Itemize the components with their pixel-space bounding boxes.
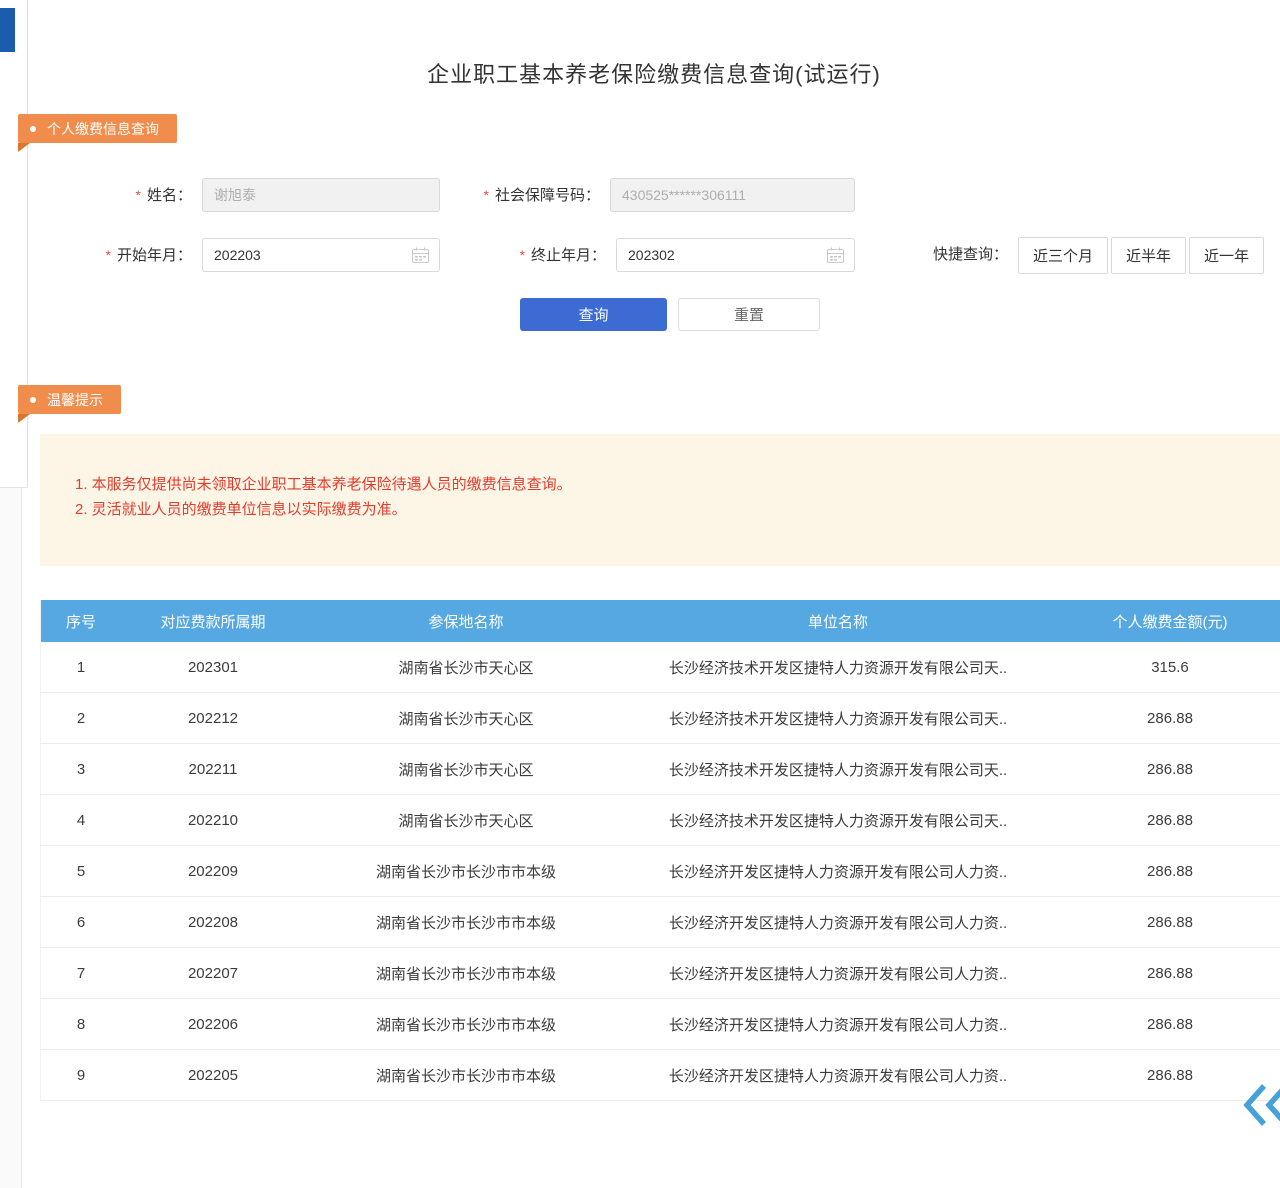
table-cell: 湖南省长沙市天心区 [305,693,627,744]
table-cell: 202208 [121,897,305,948]
quick-last-year-button[interactable]: 近一年 [1189,237,1264,274]
section-header-query: 个人缴费信息查询 [18,114,177,143]
table-cell: 202210 [121,795,305,846]
table-cell: 286.88 [1049,795,1280,846]
ssn-field [610,178,855,212]
table-header-row: 序号对应费款所属期参保地名称单位名称个人缴费金额(元) [41,600,1280,642]
table-row: 2202212湖南省长沙市天心区长沙经济技术开发区捷特人力资源开发有限公司天..… [41,693,1280,744]
table-cell: 1 [41,642,122,693]
section-header-tips: 温馨提示 [18,385,121,414]
notice-line: 2. 灵活就业人员的缴费单位信息以实际缴费为准。 [75,497,1260,522]
query-button[interactable]: 查询 [520,298,667,331]
table-cell: 6 [41,897,122,948]
table-cell: 9 [41,1050,122,1101]
end-month-field[interactable] [616,238,855,272]
table-row: 3202211湖南省长沙市天心区长沙经济技术开发区捷特人力资源开发有限公司天..… [41,744,1280,795]
required-mark: * [136,187,141,203]
quick-last-half-year-button[interactable]: 近半年 [1111,237,1186,274]
table-cell: 5 [41,846,122,897]
table-cell: 202209 [121,846,305,897]
table-cell: 长沙经济技术开发区捷特人力资源开发有限公司天.. [627,693,1049,744]
notice-box: 1. 本服务仅提供尚未领取企业职工基本养老保险待遇人员的缴费信息查询。 2. 灵… [40,434,1280,566]
table-row: 8202206湖南省长沙市长沙市市本级长沙经济开发区捷特人力资源开发有限公司人力… [41,999,1280,1050]
double-left-chevron-icon[interactable] [1242,1082,1280,1128]
ssn-label: *社会保障号码： [400,178,600,212]
table-cell: 长沙经济开发区捷特人力资源开发有限公司人力资.. [627,846,1049,897]
table-cell: 湖南省长沙市天心区 [305,642,627,693]
table-cell: 湖南省长沙市天心区 [305,795,627,846]
table-cell: 长沙经济技术开发区捷特人力资源开发有限公司天.. [627,795,1049,846]
table-row: 7202207湖南省长沙市长沙市市本级长沙经济开发区捷特人力资源开发有限公司人力… [41,948,1280,999]
table-cell: 202211 [121,744,305,795]
table-row: 1202301湖南省长沙市天心区长沙经济技术开发区捷特人力资源开发有限公司天..… [41,642,1280,693]
table-cell: 湖南省长沙市长沙市市本级 [305,897,627,948]
table-cell: 286.88 [1049,948,1280,999]
column-header: 单位名称 [627,600,1049,642]
quick-query-group: 近三个月 近半年 近一年 [1018,237,1264,274]
sidebar-edge-block [0,8,15,52]
table-cell: 202206 [121,999,305,1050]
table-cell: 202205 [121,1050,305,1101]
table-cell: 长沙经济开发区捷特人力资源开发有限公司人力资.. [627,897,1049,948]
table-cell: 长沙经济技术开发区捷特人力资源开发有限公司天.. [627,744,1049,795]
notice-line: 1. 本服务仅提供尚未领取企业职工基本养老保险待遇人员的缴费信息查询。 [75,472,1260,497]
table-header: 序号对应费款所属期参保地名称单位名称个人缴费金额(元) [41,600,1280,642]
table-cell: 湖南省长沙市长沙市市本级 [305,846,627,897]
table-cell: 286.88 [1049,999,1280,1050]
table-row: 4202210湖南省长沙市天心区长沙经济技术开发区捷特人力资源开发有限公司天..… [41,795,1280,846]
name-label: *姓名： [40,178,192,212]
bullet-icon [30,397,36,403]
table-cell: 长沙经济开发区捷特人力资源开发有限公司人力资.. [627,999,1049,1050]
table-cell: 长沙经济开发区捷特人力资源开发有限公司人力资.. [627,1050,1049,1101]
section-header-tips-label: 温馨提示 [47,390,103,410]
required-mark: * [106,247,111,263]
table-cell: 286.88 [1049,744,1280,795]
table-cell: 3 [41,744,122,795]
results-table: 序号对应费款所属期参保地名称单位名称个人缴费金额(元) 1202301湖南省长沙… [40,600,1280,1101]
calendar-icon[interactable] [827,247,844,263]
section-header-query-label: 个人缴费信息查询 [47,119,159,139]
quick-last-3-months-button[interactable]: 近三个月 [1018,237,1108,274]
table-cell: 286.88 [1049,897,1280,948]
calendar-icon[interactable] [412,247,429,263]
table-cell: 4 [41,795,122,846]
table-row: 9202205湖南省长沙市长沙市市本级长沙经济开发区捷特人力资源开发有限公司人力… [41,1050,1280,1101]
table-cell: 湖南省长沙市长沙市市本级 [305,999,627,1050]
table-cell: 长沙经济技术开发区捷特人力资源开发有限公司天.. [627,642,1049,693]
table-cell: 286.88 [1049,846,1280,897]
table-cell: 长沙经济开发区捷特人力资源开发有限公司人力资.. [627,948,1049,999]
table-cell: 2 [41,693,122,744]
table-cell: 202212 [121,693,305,744]
table-cell: 7 [41,948,122,999]
required-mark: * [484,187,489,203]
column-header: 个人缴费金额(元) [1049,600,1280,642]
reset-button[interactable]: 重置 [678,298,820,331]
column-header: 序号 [41,600,122,642]
quick-query-label: 快捷查询： [933,238,1008,272]
required-mark: * [520,247,525,263]
page-title: 企业职工基本养老保险缴费信息查询(试运行) [28,57,1280,89]
table-row: 5202209湖南省长沙市长沙市市本级长沙经济开发区捷特人力资源开发有限公司人力… [41,846,1280,897]
table-cell: 湖南省长沙市长沙市市本级 [305,1050,627,1101]
table-row: 6202208湖南省长沙市长沙市市本级长沙经济开发区捷特人力资源开发有限公司人力… [41,897,1280,948]
table-cell: 286.88 [1049,693,1280,744]
start-month-label: *开始年月： [40,238,192,272]
end-month-label: *终止年月： [430,238,606,272]
start-month-field[interactable] [202,238,440,272]
column-header: 对应费款所属期 [121,600,305,642]
column-header: 参保地名称 [305,600,627,642]
table-cell: 8 [41,999,122,1050]
table-body: 1202301湖南省长沙市天心区长沙经济技术开发区捷特人力资源开发有限公司天..… [41,642,1280,1101]
table-cell: 202301 [121,642,305,693]
bullet-icon [30,126,36,132]
table-cell: 湖南省长沙市天心区 [305,744,627,795]
table-cell: 315.6 [1049,642,1280,693]
table-cell: 湖南省长沙市长沙市市本级 [305,948,627,999]
table-cell: 202207 [121,948,305,999]
